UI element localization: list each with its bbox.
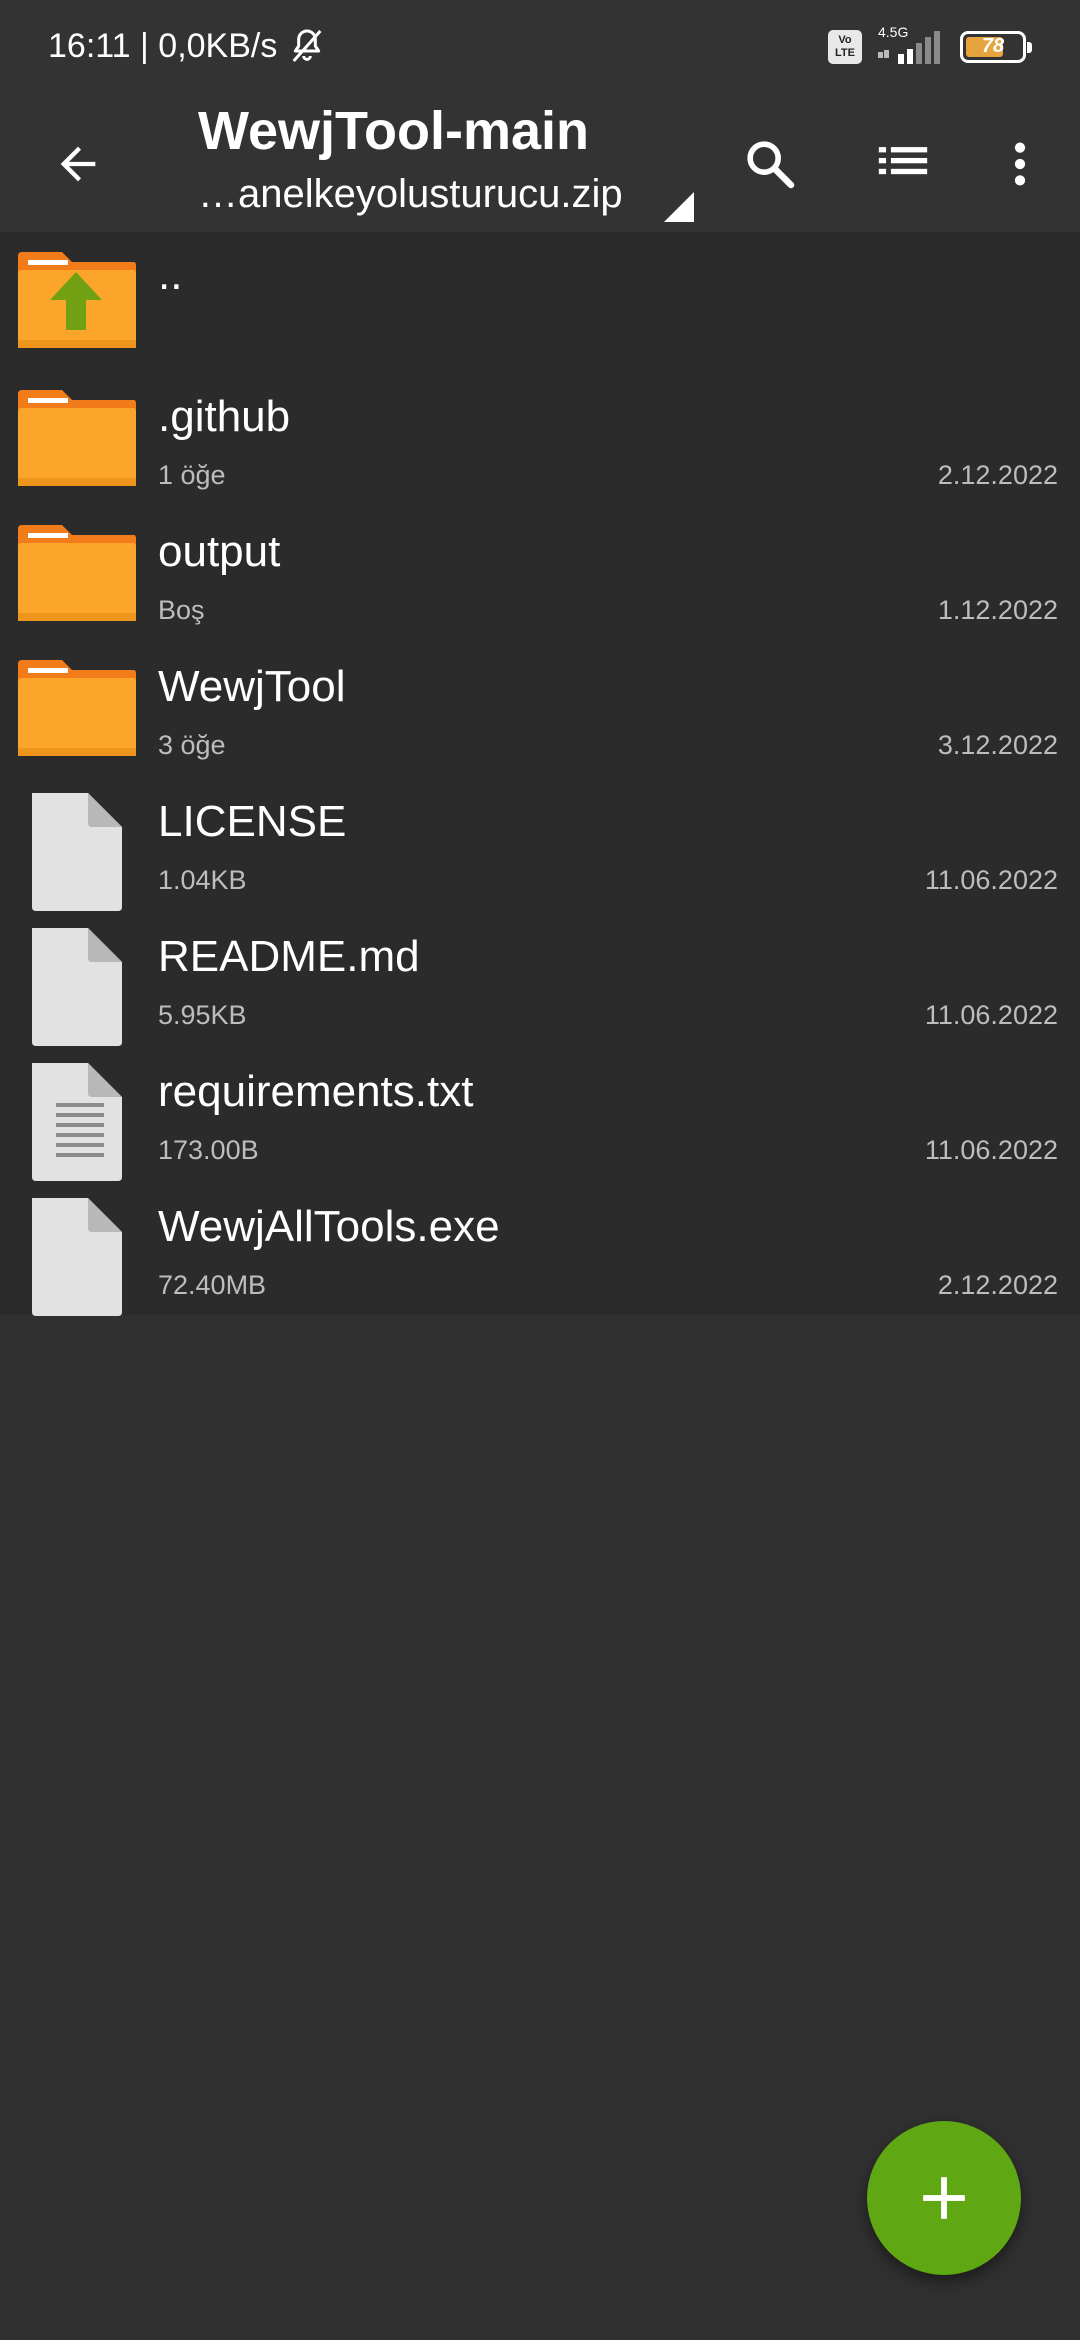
file-icon (16, 928, 138, 1046)
back-button[interactable] (40, 126, 116, 202)
file-list: .. .github 1 öğe 2.12.2022 output Boş 1.… (0, 232, 1080, 1316)
text-file-icon (16, 1063, 138, 1181)
file-meta: 173.00B (158, 1135, 259, 1165)
list-item[interactable]: .github 1 öğe 2.12.2022 (0, 370, 1080, 505)
list-item[interactable]: README.md 5.95KB 11.06.2022 (0, 910, 1080, 1046)
file-date: 2.12.2022 (937, 460, 1058, 490)
list-view-icon (878, 147, 928, 175)
file-date: 1.12.2022 (937, 595, 1058, 625)
file-meta: 72.40MB (158, 1270, 267, 1300)
more-vert-icon (1014, 142, 1026, 186)
file-date: 3.12.2022 (937, 730, 1058, 760)
file-name: .github (158, 392, 291, 441)
file-meta: 3 öğe (158, 730, 226, 760)
list-item[interactable]: WewjAllTools.exe 72.40MB 2.12.2022 (0, 1180, 1080, 1316)
file-meta: 5.95KB (158, 1000, 247, 1030)
file-icon (16, 793, 138, 911)
list-item-parent[interactable]: .. (0, 232, 1080, 370)
folder-up-icon (16, 250, 138, 350)
battery-level: 78 (981, 35, 1005, 57)
list-item[interactable]: LICENSE 1.04KB 11.06.2022 (0, 775, 1080, 911)
file-name: output (158, 527, 281, 576)
battery-tip (1027, 42, 1032, 53)
search-icon (747, 141, 795, 189)
file-name: LICENSE (158, 797, 347, 846)
folder-icon (16, 388, 138, 488)
file-meta: Boş (158, 595, 205, 625)
file-meta: 1 öğe (158, 460, 226, 490)
file-name: .. (158, 250, 183, 299)
volte-line2: LTE (835, 47, 855, 59)
signal-icon: 4.5G (876, 24, 946, 66)
file-date: 11.06.2022 (924, 1135, 1058, 1165)
file-icon (16, 1198, 138, 1316)
status-right: Vo LTE 4.5G 78 (828, 24, 1032, 66)
file-name: requirements.txt (158, 1067, 474, 1116)
list-item[interactable]: output Boş 1.12.2022 (0, 505, 1080, 640)
file-name: README.md (158, 932, 420, 981)
search-button[interactable] (732, 126, 808, 202)
list-item[interactable]: requirements.txt 173.00B 11.06.2022 (0, 1045, 1080, 1181)
folder-icon (16, 523, 138, 623)
toolbar-subtitle[interactable]: …anelkeyolusturucu.zip (198, 172, 623, 217)
file-date: 11.06.2022 (924, 1000, 1058, 1030)
volte-line1: Vo (838, 34, 852, 46)
file-date: 11.06.2022 (924, 865, 1058, 895)
file-manager-app: 16:11 | 0,0KB/s Vo LTE 4.5G 78 WewjTool-… (0, 0, 1080, 2340)
folder-icon (16, 658, 138, 758)
status-left: 16:11 | 0,0KB/s (48, 26, 327, 66)
toolbar-title[interactable]: WewjTool-main (198, 100, 589, 162)
add-button[interactable] (867, 2121, 1021, 2275)
file-name: WewjAllTools.exe (158, 1202, 500, 1251)
dropdown-corner-icon[interactable] (664, 192, 694, 222)
file-date: 2.12.2022 (937, 1270, 1058, 1300)
more-options-button[interactable] (982, 126, 1058, 202)
back-arrow-icon (60, 146, 96, 182)
file-name: WewjTool (158, 662, 346, 711)
toolbar: WewjTool-main …anelkeyolusturucu.zip (0, 100, 1080, 232)
network-type: 4.5G (878, 24, 909, 40)
time-and-speed: 16:11 | 0,0KB/s (48, 26, 278, 65)
battery-icon: 78 (960, 31, 1032, 63)
view-mode-button[interactable] (865, 126, 941, 202)
bell-off-icon (292, 29, 322, 62)
file-meta: 1.04KB (158, 865, 247, 895)
list-item[interactable]: WewjTool 3 öğe 3.12.2022 (0, 640, 1080, 775)
status-bar: 16:11 | 0,0KB/s Vo LTE 4.5G 78 (0, 0, 1080, 100)
volte-icon: Vo LTE (828, 30, 862, 64)
plus-icon (923, 2177, 965, 2219)
